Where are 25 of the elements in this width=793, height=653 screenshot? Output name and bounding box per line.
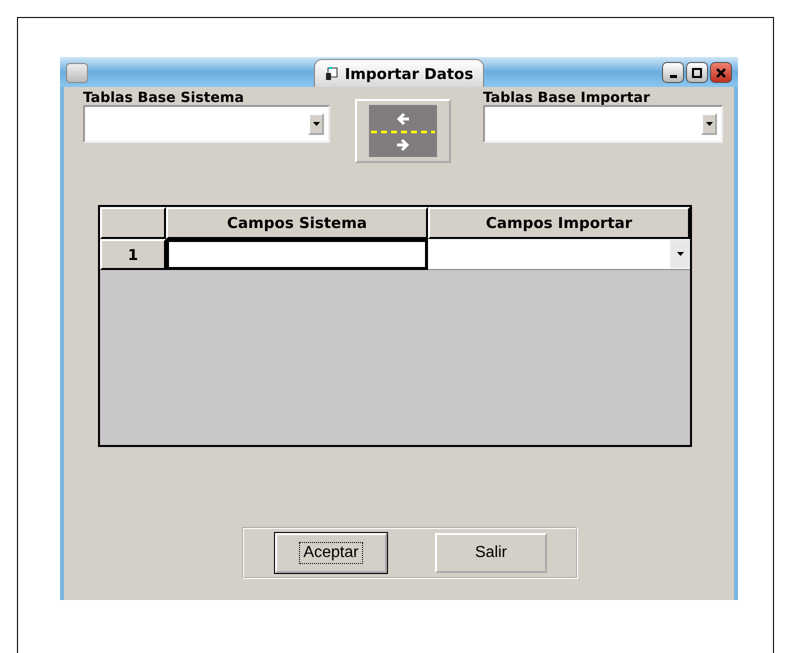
accept-button[interactable]: Aceptar: [275, 533, 387, 573]
system-menu-button[interactable]: [66, 63, 88, 83]
column-header[interactable]: Campos Sistema: [166, 207, 428, 239]
window-title: Importar Datos: [314, 59, 484, 87]
maximize-icon: [692, 68, 702, 78]
dropdown-arrow-icon: [706, 122, 712, 126]
exit-button[interactable]: Salir: [435, 533, 547, 573]
maximize-button[interactable]: [686, 62, 708, 83]
field-label: Tablas Base Importar: [483, 89, 651, 108]
app-icon: [324, 66, 339, 80]
dropdown-field[interactable]: [483, 105, 723, 143]
swap-button[interactable]: [355, 99, 451, 163]
table-cell[interactable]: [166, 239, 428, 270]
minimize-icon: [670, 74, 676, 78]
close-icon: [716, 68, 726, 78]
swap-arrows-icon: [369, 105, 437, 157]
field-label: Tablas Base Sistema: [83, 89, 245, 108]
close-button[interactable]: [710, 62, 732, 83]
minimize-button[interactable]: [662, 62, 684, 83]
dropdown-arrow-icon: [312, 122, 320, 126]
dropdown-cell[interactable]: [428, 239, 690, 270]
column-header[interactable]: Campos Importar: [428, 207, 690, 239]
row-header[interactable]: 1: [100, 239, 166, 270]
dropdown-field[interactable]: [83, 105, 330, 143]
dropdown-arrow-icon: [676, 252, 684, 256]
